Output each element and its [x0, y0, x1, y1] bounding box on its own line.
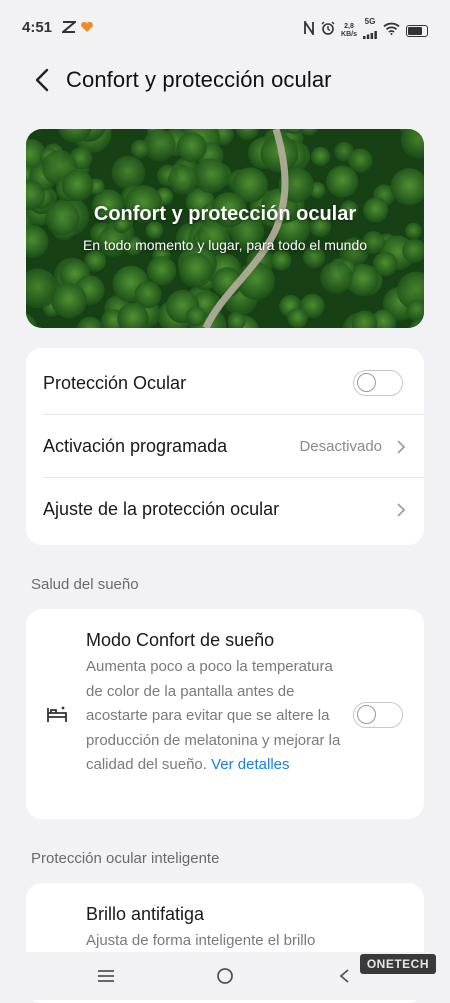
status-left-icons — [60, 20, 94, 38]
forest-road-image — [26, 129, 424, 328]
eye-protection-adjust-row[interactable]: Ajuste de la protección ocular — [26, 478, 424, 541]
notification-icon — [60, 20, 78, 38]
page-title: Confort y protección ocular — [66, 67, 332, 92]
back-arrow-icon — [35, 68, 49, 92]
alarm-icon — [321, 21, 335, 40]
eye-protection-toggle[interactable] — [353, 370, 403, 396]
back-button[interactable] — [28, 64, 56, 96]
back-triangle-icon — [339, 969, 349, 983]
scheduled-activation-value: Desactivado — [299, 438, 382, 455]
battery-icon — [406, 24, 428, 37]
wifi-icon — [383, 22, 400, 40]
eye-protection-row[interactable]: Protección Ocular — [26, 352, 424, 415]
sleep-comfort-description: Aumenta poco a poco la temperatura de co… — [86, 658, 341, 773]
sleep-health-header: Salud del sueño — [31, 576, 139, 593]
navigation-bar: ONETECH — [0, 952, 450, 1000]
status-time: 4:51 — [22, 19, 53, 36]
bed-icon — [47, 706, 67, 722]
banner-subtitle: En todo momento y lugar, para todo el mu… — [82, 237, 368, 253]
menu-button[interactable] — [92, 964, 120, 988]
back-nav-button[interactable] — [330, 964, 358, 988]
banner-title: Confort y protección ocular — [93, 203, 357, 225]
see-details-link[interactable]: Ver detalles — [211, 756, 289, 773]
scheduled-activation-label: Activación programada — [43, 436, 228, 456]
chevron-right-icon — [397, 502, 406, 517]
hero-banner: Confort y protección ocular En todo mome… — [26, 129, 424, 328]
app-header: Confort y protección ocular — [0, 56, 450, 106]
status-right-icons: 2,8 KB/s 5G — [303, 17, 428, 44]
home-circle-icon — [217, 968, 233, 984]
smart-protection-header: Protección ocular inteligente — [31, 850, 220, 867]
signal-icon — [363, 26, 377, 44]
sleep-comfort-title: Modo Confort de sueño — [86, 630, 275, 650]
sleep-comfort-card[interactable]: Modo Confort de sueño Aumenta poco a poc… — [26, 609, 424, 819]
anti-fatigue-description: Ajusta de forma inteligente el brillo — [86, 932, 316, 949]
heart-icon — [80, 20, 94, 38]
status-bar: 4:51 2,8 KB/s 5G — [0, 0, 450, 56]
sleep-comfort-toggle[interactable] — [353, 702, 403, 728]
eye-protection-adjust-label: Ajuste de la protección ocular — [43, 499, 280, 519]
scheduled-activation-row[interactable]: Activación programada Desactivado — [26, 415, 424, 478]
menu-icon — [98, 970, 114, 982]
anti-fatigue-title: Brillo antifatiga — [86, 904, 205, 924]
nfc-icon — [303, 19, 315, 40]
home-button[interactable] — [211, 964, 239, 988]
eye-protection-card: Protección Ocular Activación programada … — [26, 348, 424, 545]
eye-protection-label: Protección Ocular — [43, 373, 187, 393]
signal-group: 5G — [363, 17, 377, 44]
watermark: ONETECH — [359, 954, 436, 974]
net-speed: 2,8 KB/s — [341, 22, 357, 38]
chevron-right-icon — [397, 439, 406, 454]
